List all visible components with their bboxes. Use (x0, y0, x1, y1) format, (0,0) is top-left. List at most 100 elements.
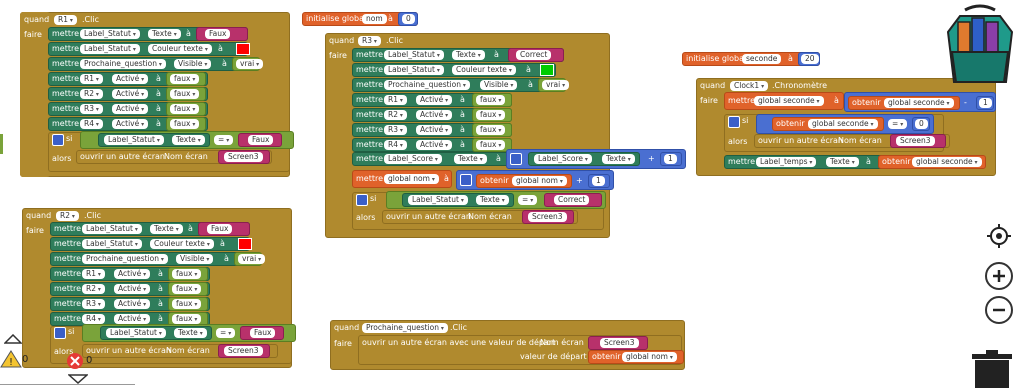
color-red-swatch[interactable] (236, 43, 250, 55)
text-value[interactable]: Screen3 (528, 212, 567, 222)
gear-icon[interactable] (728, 116, 740, 128)
component-dropdown[interactable]: R1 (80, 74, 103, 84)
number-value[interactable]: 1 (664, 154, 677, 164)
component-dropdown[interactable]: R3 (82, 299, 105, 309)
component-dropdown-r2[interactable]: R2 (56, 211, 79, 221)
component-dropdown[interactable]: Label_Statut (80, 29, 140, 39)
variable-dropdown[interactable]: global nom (512, 176, 567, 186)
property-dropdown[interactable]: Activé (416, 125, 453, 135)
bool-dropdown[interactable]: vrai (542, 80, 570, 90)
variable-dropdown[interactable]: global seconde (808, 119, 878, 129)
property-dropdown[interactable]: Visible (176, 254, 214, 264)
bool-dropdown[interactable]: faux (476, 95, 506, 105)
text-value[interactable]: Correct (554, 195, 590, 205)
operator-dropdown[interactable]: = (888, 119, 908, 129)
property-dropdown[interactable]: Couleur texte (452, 65, 516, 75)
backpack-icon[interactable] (940, 2, 1020, 90)
component-dropdown[interactable]: Label_Score (534, 154, 592, 164)
component-dropdown[interactable]: R3 (80, 104, 103, 114)
component-dropdown[interactable]: R2 (80, 89, 103, 99)
number-value[interactable]: 0 (402, 14, 415, 24)
bool-dropdown[interactable]: faux (476, 110, 506, 120)
text-value[interactable]: Faux (248, 135, 274, 145)
property-dropdown[interactable]: Activé (112, 89, 149, 99)
text-value[interactable]: Screen3 (896, 136, 935, 146)
error-indicator[interactable]: 0 (66, 350, 96, 372)
operator-dropdown[interactable]: = (214, 135, 234, 145)
property-dropdown[interactable]: Activé (114, 314, 151, 324)
component-dropdown[interactable]: Label_Statut (106, 328, 166, 338)
gear-icon[interactable] (54, 327, 66, 339)
component-dropdown[interactable]: Label_Statut (82, 239, 142, 249)
property-dropdown[interactable]: Texte (148, 29, 181, 39)
recenter-icon[interactable] (985, 222, 1013, 250)
number-value[interactable]: 1 (592, 176, 605, 186)
text-value[interactable]: Faux (205, 29, 231, 39)
component-dropdown[interactable]: Label_Score (384, 154, 442, 164)
property-dropdown[interactable]: Activé (112, 74, 149, 84)
property-dropdown[interactable]: Activé (114, 284, 151, 294)
variable-dropdown[interactable]: global nom (622, 352, 677, 362)
component-dropdown[interactable]: R4 (384, 140, 407, 150)
variable-dropdown[interactable]: global seconde (754, 96, 824, 106)
component-dropdown[interactable]: R4 (82, 314, 105, 324)
bool-dropdown[interactable]: faux (172, 284, 202, 294)
text-value[interactable]: Screen3 (224, 152, 263, 162)
operator-dropdown[interactable]: = (518, 195, 538, 205)
property-dropdown[interactable]: Couleur texte (148, 44, 212, 54)
property-dropdown[interactable]: Activé (416, 140, 453, 150)
property-dropdown[interactable]: Activé (114, 269, 151, 279)
gear-icon[interactable] (356, 194, 368, 206)
property-dropdown[interactable]: Activé (112, 104, 149, 114)
bool-dropdown[interactable]: faux (172, 269, 202, 279)
chevron-up-icon[interactable] (3, 333, 23, 344)
bool-dropdown[interactable]: faux (172, 299, 202, 309)
bool-dropdown[interactable]: faux (170, 119, 200, 129)
operator-dropdown[interactable]: = (216, 328, 236, 338)
variable-name-field[interactable]: nom (362, 14, 387, 24)
property-dropdown[interactable]: Activé (416, 110, 453, 120)
number-value[interactable]: 20 (801, 54, 819, 64)
component-dropdown[interactable]: R2 (384, 110, 407, 120)
component-dropdown-r3[interactable]: R3 (358, 36, 381, 46)
property-dropdown[interactable]: Activé (114, 299, 151, 309)
component-dropdown[interactable]: Prochaine_question (384, 80, 470, 90)
text-value[interactable]: Faux (250, 328, 276, 338)
property-dropdown[interactable]: Texte (452, 50, 485, 60)
text-value[interactable]: Faux (207, 224, 233, 234)
bool-dropdown[interactable]: faux (476, 140, 506, 150)
number-value[interactable]: 0 (915, 119, 928, 129)
number-value[interactable]: 1 (979, 98, 992, 108)
property-dropdown[interactable]: Texte (476, 195, 509, 205)
property-dropdown[interactable]: Texte (826, 157, 859, 167)
text-value[interactable]: Correct (516, 50, 552, 60)
property-dropdown[interactable]: Activé (416, 95, 453, 105)
component-dropdown[interactable]: Label_Statut (82, 224, 142, 234)
component-dropdown-r1[interactable]: R1 (54, 15, 77, 25)
variable-dropdown[interactable]: global nom (384, 174, 439, 184)
color-green-swatch[interactable] (540, 64, 554, 76)
text-value[interactable]: Screen3 (224, 346, 263, 356)
property-dropdown[interactable]: Visible (174, 59, 212, 69)
property-dropdown[interactable]: Texte (150, 224, 183, 234)
property-dropdown[interactable]: Visible (480, 80, 518, 90)
component-dropdown[interactable]: Label_Statut (408, 195, 468, 205)
gear-icon[interactable] (510, 153, 522, 165)
component-dropdown[interactable]: R4 (80, 119, 103, 129)
component-dropdown[interactable]: R1 (384, 95, 407, 105)
chevron-down-icon[interactable] (67, 374, 89, 385)
bool-dropdown[interactable]: faux (170, 89, 200, 99)
component-dropdown[interactable]: Label_temps (756, 157, 817, 167)
bool-dropdown[interactable]: faux (170, 74, 200, 84)
zoom-out-icon[interactable] (985, 296, 1013, 324)
gear-icon[interactable] (52, 134, 64, 146)
property-dropdown[interactable]: Texte (602, 154, 635, 164)
component-dropdown[interactable]: Prochaine_question (80, 59, 166, 69)
component-dropdown[interactable]: Label_Statut (384, 50, 444, 60)
gear-icon[interactable] (460, 174, 472, 186)
zoom-in-icon[interactable] (985, 262, 1013, 290)
property-dropdown[interactable]: Texte (174, 328, 207, 338)
component-dropdown[interactable]: Label_Statut (384, 65, 444, 75)
warning-indicator[interactable]: ! 0 (0, 340, 50, 388)
component-dropdown[interactable]: Prochaine_question (362, 323, 448, 333)
